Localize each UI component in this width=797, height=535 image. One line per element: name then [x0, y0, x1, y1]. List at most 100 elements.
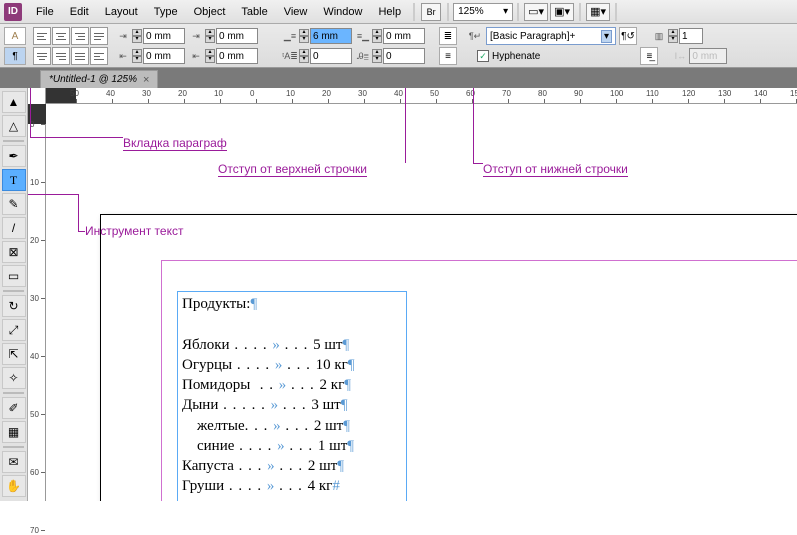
separator [3, 446, 24, 448]
eyedropper-tool[interactable]: ✐ [2, 397, 26, 419]
justify-center-button[interactable] [33, 47, 51, 65]
right-indent-icon: ⇤ [115, 48, 131, 64]
callout-line [78, 194, 79, 231]
chevron-down-icon: ▾ [601, 30, 612, 43]
document-tab[interactable]: *Untitled-1 @ 125% × [40, 70, 158, 88]
text-frame[interactable]: Продукты:¶Яблоки . . . . » . . . 5 шт¶Ог… [177, 291, 407, 501]
callout-type-tool: Инструмент текст [85, 224, 183, 238]
space-before-input[interactable] [310, 28, 352, 44]
left-indent-input[interactable] [143, 28, 185, 44]
line-tool[interactable]: / [2, 217, 26, 239]
space-after-input[interactable] [383, 28, 425, 44]
baseline-grid-button[interactable]: ≡̲ [640, 47, 658, 65]
drop-cap-chars-input[interactable] [383, 48, 425, 64]
hyphenate-label: Hyphenate [492, 51, 540, 62]
menu-view[interactable]: View [276, 0, 316, 23]
spinner[interactable]: ▴▾ [205, 29, 215, 43]
free-transform-tool[interactable]: ✧ [2, 367, 26, 389]
zoom-selector[interactable]: 125% ▾ [453, 3, 513, 21]
text-content: Продукты:¶Яблоки . . . . » . . . 5 шт¶Ог… [178, 292, 406, 499]
pen-tool[interactable]: ✒ [2, 145, 26, 167]
left-indent-icon: ⇥ [115, 28, 131, 44]
spinner[interactable]: ▴▾ [299, 49, 309, 63]
direct-selection-tool[interactable]: △ [2, 115, 26, 137]
spinner[interactable]: ▴▾ [132, 29, 142, 43]
scale-tool[interactable]: ⤢ [2, 319, 26, 341]
menu-edit[interactable]: Edit [62, 0, 97, 23]
menu-table[interactable]: Table [233, 0, 275, 23]
rotate-tool[interactable]: ↻ [2, 295, 26, 317]
columns-field: ▥ ▴▾ [651, 28, 703, 44]
justify-all-button[interactable] [71, 47, 89, 65]
justify-right-button[interactable] [52, 47, 70, 65]
note-tool[interactable]: ✉ [2, 451, 26, 473]
last-line-indent-input[interactable] [216, 48, 258, 64]
drop-cap-lines-field: ᵗA≣ ▴▾ [282, 48, 352, 64]
toolbox: ▲ △ ✒ T ✎ / ⊠ ▭ ↻ ⤢ ⇱ ✧ ✐ ▦ ✉ ✋ [0, 88, 28, 501]
pasteboard[interactable]: Продукты:¶Яблоки . . . . » . . . 5 шт¶Ог… [46, 104, 797, 501]
first-line-indent-icon: ⇥ [188, 28, 204, 44]
spinner[interactable]: ▴▾ [372, 29, 382, 43]
drop-cap-lines-input[interactable] [310, 48, 352, 64]
rectangle-frame-tool[interactable]: ⊠ [2, 241, 26, 263]
type-tool[interactable]: T [2, 169, 26, 191]
gutter-icon: I↔ [672, 48, 688, 64]
align-right-button[interactable] [71, 27, 89, 45]
callout-line [405, 88, 406, 163]
paragraph-panel-button[interactable]: ¶ [4, 47, 26, 65]
view-mode-button[interactable]: ▭▾ [524, 3, 548, 21]
shear-tool[interactable]: ⇱ [2, 343, 26, 365]
separator [579, 3, 581, 21]
right-indent-input[interactable] [143, 48, 185, 64]
close-tab-icon[interactable]: × [143, 74, 149, 86]
numbered-list-button[interactable]: ≡ [439, 47, 457, 65]
separator [3, 290, 24, 292]
align-center-button[interactable] [52, 27, 70, 45]
gutter-field: I↔ [672, 48, 727, 64]
separator [447, 3, 449, 21]
menu-layout[interactable]: Layout [97, 0, 146, 23]
selection-tool[interactable]: ▲ [2, 91, 26, 113]
spinner[interactable]: ▴▾ [299, 29, 309, 43]
menu-type[interactable]: Type [146, 0, 186, 23]
paragraph-style-selector[interactable]: [Basic Paragraph]+ ▾ [486, 27, 616, 45]
bridge-button[interactable]: Br [421, 3, 441, 21]
menu-window[interactable]: Window [315, 0, 370, 23]
separator [3, 392, 24, 394]
horizontal-ruler[interactable]: 5040302010010203040506070809010011012013… [46, 88, 797, 104]
justify-left-button[interactable] [90, 27, 108, 45]
arrange-button[interactable]: ▦▾ [586, 3, 610, 21]
spinner[interactable]: ▴▾ [668, 29, 678, 43]
hand-tool[interactable]: ✋ [2, 475, 26, 497]
align-left-button[interactable] [33, 27, 51, 45]
paragraph-style-icon: ¶↵ [467, 28, 483, 44]
vertical-ruler[interactable]: 010203040506070 [28, 88, 46, 501]
first-line-indent-input[interactable] [216, 28, 258, 44]
checkbox-icon: ✓ [477, 50, 489, 62]
menu-help[interactable]: Help [370, 0, 409, 23]
columns-input[interactable] [679, 28, 703, 44]
spinner[interactable]: ▴▾ [372, 49, 382, 63]
separator [413, 3, 415, 21]
character-panel-button[interactable]: A [4, 27, 26, 45]
clear-overrides-button[interactable]: ¶↺ [619, 27, 637, 45]
rectangle-tool[interactable]: ▭ [2, 265, 26, 287]
drop-cap-chars-icon: Ꭿ≣ [355, 48, 371, 64]
align-spine-button[interactable] [90, 47, 108, 65]
workspace: ▲ △ ✒ T ✎ / ⊠ ▭ ↻ ⤢ ⇱ ✧ ✐ ▦ ✉ ✋ 50403020… [0, 88, 797, 501]
space-before-field: ▁≡ ▴▾ [282, 28, 352, 44]
hyphenate-checkbox[interactable]: ✓ Hyphenate [477, 50, 540, 62]
gradient-tool[interactable]: ▦ [2, 421, 26, 443]
spinner[interactable]: ▴▾ [132, 49, 142, 63]
callout-line [30, 137, 123, 138]
screen-mode-button[interactable]: ▣▾ [550, 3, 574, 21]
gutter-input [689, 48, 727, 64]
menu-file[interactable]: File [28, 0, 62, 23]
document-tab-bar: *Untitled-1 @ 125% × [0, 68, 797, 88]
last-line-indent-icon: ⇤ [188, 48, 204, 64]
menu-object[interactable]: Object [186, 0, 234, 23]
callout-line [473, 163, 483, 164]
spinner[interactable]: ▴▾ [205, 49, 215, 63]
bullets-button[interactable]: ≣ [439, 27, 457, 45]
pencil-tool[interactable]: ✎ [2, 193, 26, 215]
